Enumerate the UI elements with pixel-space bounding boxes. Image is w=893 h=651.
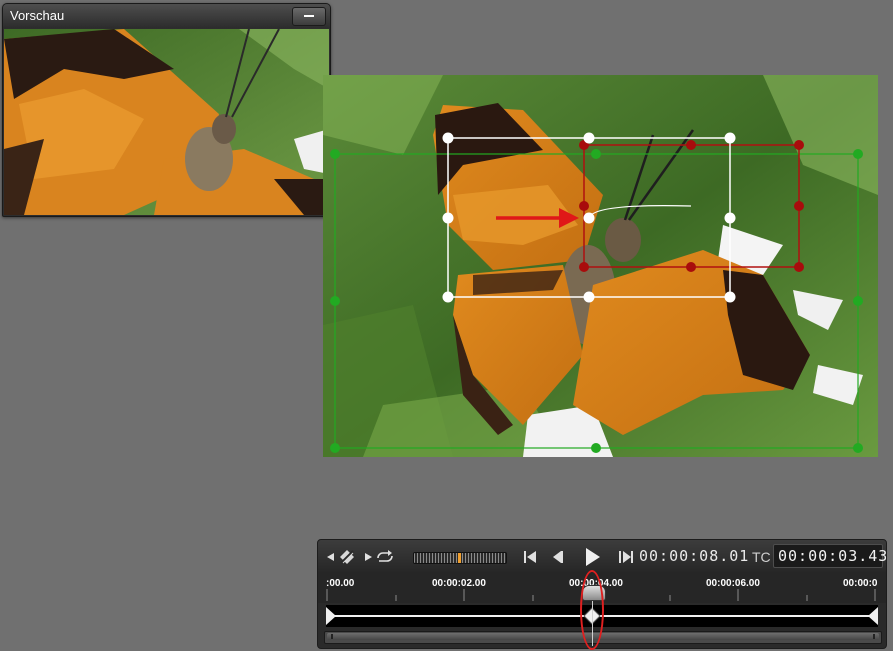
jog-slider-center — [458, 553, 461, 563]
motion-arrow-icon — [496, 208, 579, 228]
timecode-value: 00:00:03.43 — [778, 547, 887, 565]
preview-image — [4, 29, 329, 215]
start-keyframe-icon[interactable] — [326, 607, 336, 625]
preview-title: Vorschau — [10, 8, 65, 23]
minimize-button[interactable] — [292, 7, 326, 26]
tc-label: TC — [752, 549, 771, 565]
timeline-scrollbar[interactable] — [324, 631, 882, 644]
scroll-grip-left[interactable] — [331, 634, 333, 639]
end-keyframe-icon[interactable] — [868, 607, 878, 625]
minus-icon — [304, 15, 314, 17]
go-to-end-icon[interactable] — [617, 548, 635, 566]
end-frame[interactable] — [579, 140, 804, 272]
preview-titlebar[interactable]: Vorschau — [3, 4, 330, 28]
step-back-icon[interactable] — [548, 548, 566, 566]
keyframe-delete-icon[interactable] — [338, 548, 356, 566]
transport-bar: 00:00:08.01 TC 00:00:03.43 — [318, 540, 886, 573]
keyframe-overlay[interactable] — [323, 75, 893, 457]
go-to-start-icon[interactable] — [521, 548, 539, 566]
annotation-ellipse — [580, 570, 604, 650]
scroll-thumb[interactable] — [327, 633, 879, 640]
duration-display: 00:00:08.01 — [639, 547, 750, 565]
jog-slider[interactable] — [413, 552, 507, 564]
preview-window: Vorschau — [2, 3, 331, 217]
start-frame[interactable] — [442, 132, 736, 303]
scroll-grip-right[interactable] — [873, 634, 875, 639]
timecode-field[interactable]: 00:00:03.43 — [773, 544, 886, 568]
play-icon[interactable] — [582, 545, 604, 569]
outer-frame[interactable] — [330, 149, 863, 453]
loop-icon[interactable] — [374, 548, 393, 566]
